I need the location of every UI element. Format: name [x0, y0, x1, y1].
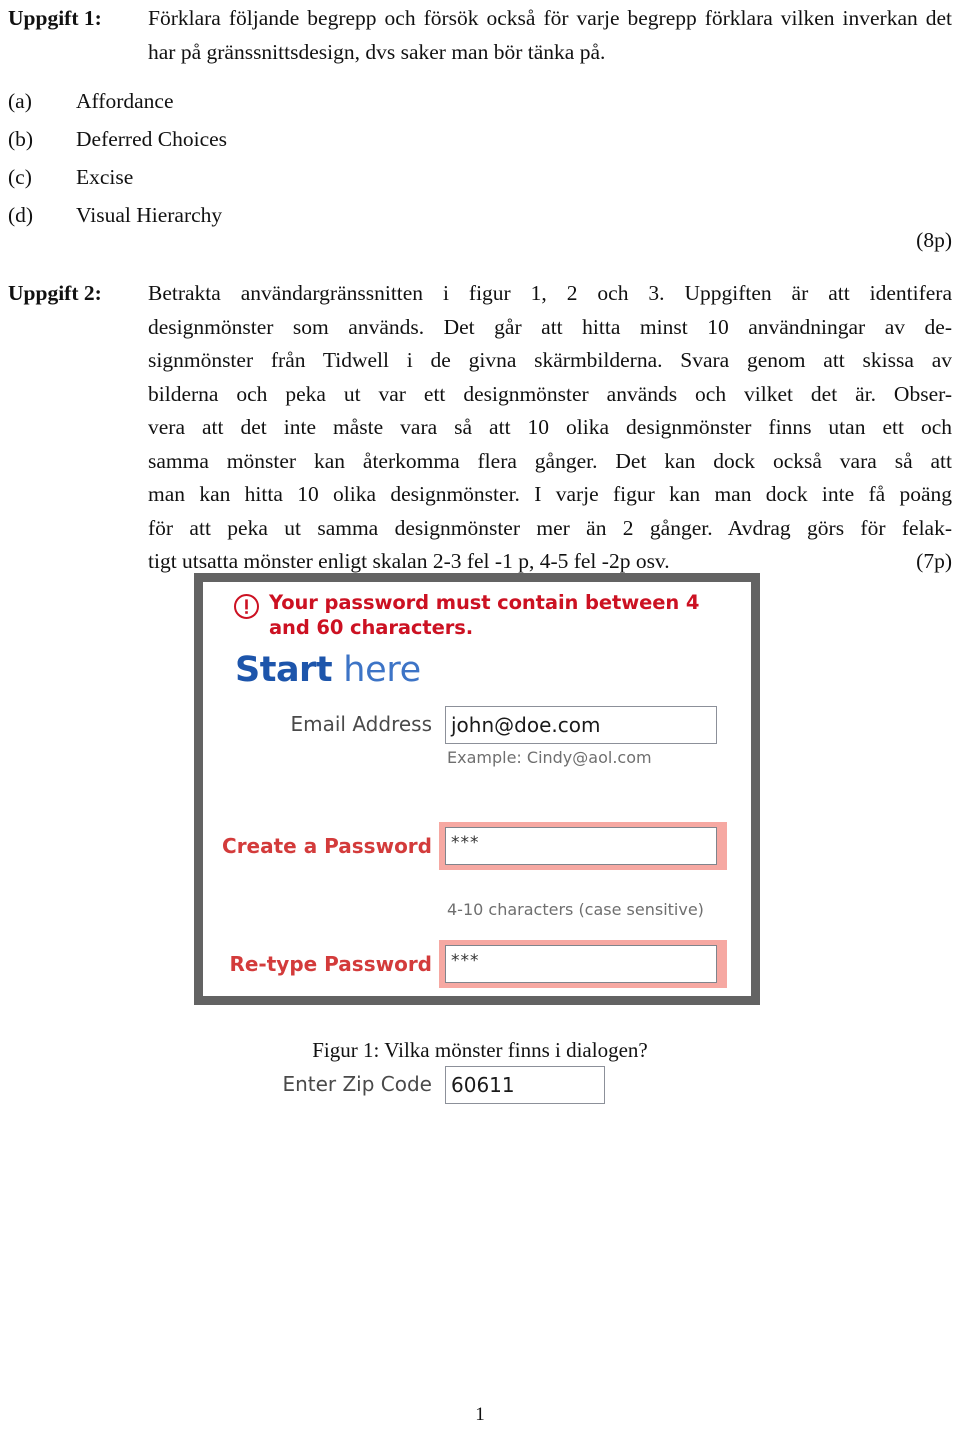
body-line: man kan hitta 10 olika designmönster. I … [148, 482, 952, 506]
field-row-zip: Enter Zip Code 60611 [203, 1064, 751, 1110]
body-line: designmönster som används. Det går att h… [148, 314, 952, 339]
list-item: (b) Deferred Choices [8, 120, 952, 158]
list-item-marker: (b) [8, 127, 34, 151]
list-item: (c) Excise [8, 158, 952, 196]
list-item-marker: (c) [8, 165, 32, 189]
brand-heading-bold: Start [235, 650, 333, 690]
exercise-1-body: Förklara följande begrepp och försök ock… [148, 6, 952, 64]
figure-caption: Figur 1: Vilka mönster finns i dialogen? [312, 1038, 648, 1062]
list-item: (d) Visual Hierarchy [8, 196, 952, 234]
zip-field-value: 60611 [451, 1073, 515, 1097]
retype-password-field-label: Re-type Password [229, 952, 432, 976]
create-password-field[interactable]: *** [445, 827, 717, 865]
exercise-1-label: Uppgift 1: [8, 6, 102, 30]
list-item-label: Excise [76, 165, 134, 189]
create-password-error-highlight: *** [439, 822, 727, 870]
exercise-2-body: Betrakta användargränssnitten i figur 1,… [148, 277, 952, 579]
exercise-1: Uppgift 1: Förklara följande begrepp och… [8, 2, 952, 234]
figure-1: Your password must contain between 4 and… [194, 573, 760, 1104]
email-field[interactable]: john@doe.com [445, 706, 717, 744]
signup-dialog: Your password must contain between 4 and… [194, 573, 760, 1104]
body-line: för att peka ut samma designmönster mer … [148, 515, 952, 540]
body-line: Betrakta användargränssnitten i figur 1,… [148, 281, 952, 305]
body-line: samma mönster kan återkomma flera gånger… [148, 448, 952, 473]
retype-password-field-value: *** [451, 951, 480, 971]
field-row-create-password: Create a Password *** [203, 822, 751, 872]
document-page: Uppgift 1: Förklara följande begrepp och… [0, 0, 960, 1446]
retype-password-error-highlight: *** [439, 940, 727, 988]
password-error-alert: Your password must contain between 4 and… [233, 590, 733, 640]
zip-field[interactable]: 60611 [445, 1066, 605, 1104]
retype-password-field-hint: 4-10 characters (case sensitive) [447, 900, 704, 919]
exercise-2-label: Uppgift 2: [8, 281, 102, 305]
page-number: 1 [475, 1404, 485, 1425]
create-password-field-value: *** [451, 833, 480, 853]
signup-form: Email Address john@doe.com Example: Cind… [203, 704, 751, 1104]
exercise-1-points: (8p) [916, 228, 952, 252]
retype-password-field[interactable]: *** [445, 945, 717, 983]
create-password-field-label: Create a Password [222, 834, 432, 858]
exercise-2-points: (7p) [916, 549, 952, 573]
list-item-label: Deferred Choices [76, 127, 228, 151]
email-field-hint: Example: Cindy@aol.com [447, 748, 652, 767]
exercise-2: Uppgift 2: Betrakta användargränssnitten… [8, 277, 952, 579]
list-item-marker: (a) [8, 89, 32, 113]
list-item-label: Visual Hierarchy [76, 203, 223, 227]
exercise-1-sublist: (a) Affordance (b) Deferred Choices (c) … [8, 82, 952, 234]
body-line: signmönster från Tidwell i de givna skär… [148, 348, 952, 372]
brand-heading: Start here [235, 650, 421, 690]
list-item-marker: (d) [8, 203, 34, 227]
password-error-text: Your password must contain between 4 and… [269, 591, 700, 639]
brand-heading-light: here [343, 650, 421, 690]
email-field-label: Email Address [290, 712, 433, 736]
email-field-value: john@doe.com [451, 713, 601, 737]
list-item-label: Affordance [76, 89, 174, 113]
list-item: (a) Affordance [8, 82, 952, 120]
zip-field-label: Enter Zip Code [282, 1072, 432, 1096]
field-row-email: Email Address john@doe.com [203, 704, 751, 750]
body-line: bilderna och peka ut var ett designmönst… [148, 381, 952, 406]
warning-circle-icon [233, 593, 260, 620]
field-row-retype-password: Re-type Password *** [203, 940, 751, 990]
body-line: vera att det inte måste vara så att 10 o… [148, 415, 952, 439]
body-line-last-text: tigt utsatta mönster enligt skalan 2-3 f… [148, 549, 670, 573]
